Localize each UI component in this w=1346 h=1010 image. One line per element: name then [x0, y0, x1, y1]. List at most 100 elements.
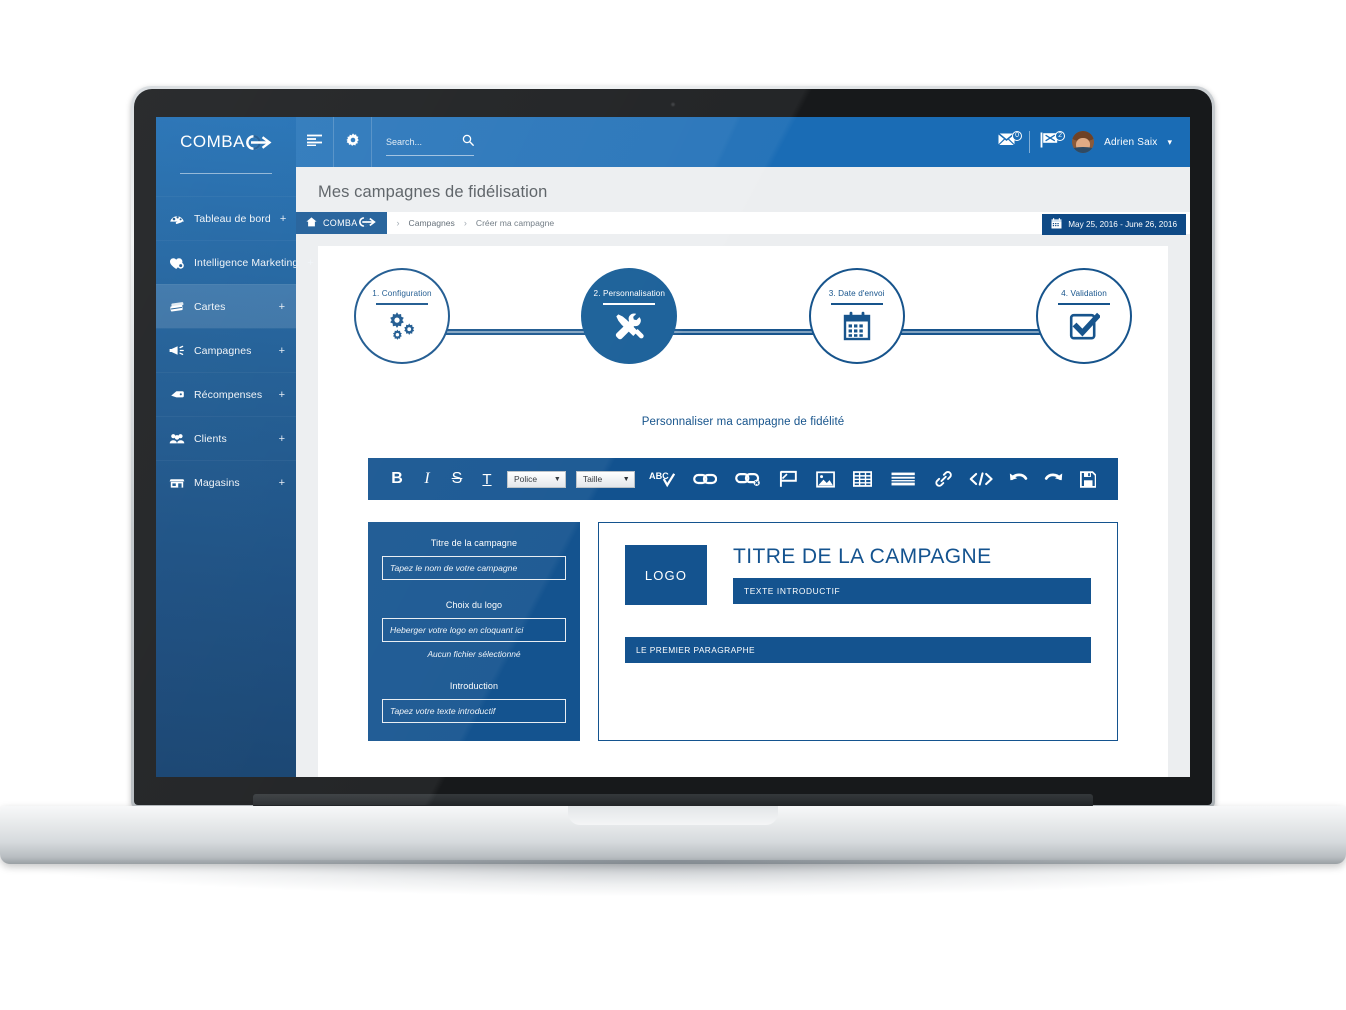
- messages-count-badge: 0: [1012, 131, 1023, 141]
- page-title: Mes campagnes de fidélisation: [318, 183, 548, 201]
- font-size-select[interactable]: Taille ▼: [575, 470, 635, 488]
- breadcrumb-item-creer-ma-campagne: Créer ma campagne: [475, 218, 555, 228]
- sidebar-item-clients[interactable]: Clients +: [156, 416, 296, 460]
- date-range-picker[interactable]: May 25, 2016 - June 26, 2016: [1042, 214, 1186, 235]
- sidebar-item-campagnes[interactable]: Campagnes +: [156, 328, 296, 372]
- expand-icon[interactable]: +: [280, 213, 286, 225]
- strikethrough-button[interactable]: S: [442, 458, 472, 500]
- breadcrumb-item-campagnes[interactable]: Campagnes: [409, 218, 455, 228]
- undo-button[interactable]: [1001, 458, 1036, 500]
- application-window: COMBA Tableau de bord + Intelligence Mar…: [156, 117, 1190, 777]
- search-field[interactable]: Search...: [372, 117, 488, 167]
- chain-link-button[interactable]: [926, 458, 961, 500]
- home-icon: [306, 217, 317, 229]
- chevron-down-icon[interactable]: ▾: [1167, 137, 1172, 148]
- sidebar-item-cartes[interactable]: Cartes +: [156, 284, 296, 328]
- search-input[interactable]: Search...: [386, 137, 456, 147]
- calendar-icon: [1051, 218, 1062, 231]
- field-label-introduction: Introduction: [449, 681, 499, 691]
- font-family-select[interactable]: Police ▼: [507, 470, 566, 488]
- anchor-flag-button[interactable]: [770, 458, 807, 500]
- sidebar-item-label: Clients: [194, 432, 227, 445]
- comeback-arrow-icon: [246, 134, 272, 150]
- sidebar-item-tableau-de-bord[interactable]: Tableau de bord +: [156, 196, 296, 240]
- image-button[interactable]: [807, 458, 844, 500]
- expand-icon[interactable]: +: [307, 257, 313, 269]
- expand-icon[interactable]: +: [279, 433, 285, 445]
- table-button[interactable]: [844, 458, 881, 500]
- spellcheck-button[interactable]: ABC: [640, 458, 684, 500]
- main-region: Search... 0 2 Adrien Saix ▾ Mes campagne…: [296, 117, 1190, 777]
- preview-title[interactable]: TITRE DE LA CAMPAGNE: [733, 545, 1091, 569]
- user-name-label[interactable]: Adrien Saix: [1104, 137, 1157, 148]
- chevron-down-icon: ▼: [622, 475, 630, 483]
- store-icon: [169, 476, 185, 489]
- screen-content: COMBA Tableau de bord + Intelligence Mar…: [156, 117, 1190, 777]
- section-title: Personnaliser ma campagne de fidélité: [641, 416, 845, 428]
- stepper-steps: 1. Configuration 2. Personnalisation 3. …: [354, 268, 1132, 364]
- topbar-actions: 0 2 Adrien Saix ▾: [998, 117, 1190, 167]
- preview-logo-placeholder[interactable]: LOGO: [625, 545, 707, 605]
- breadcrumb-home-label: COMBA: [323, 218, 358, 228]
- step-validation[interactable]: 4. Validation: [1035, 268, 1132, 364]
- sidebar-logo[interactable]: COMBA: [156, 117, 296, 167]
- form-spacer: [382, 580, 566, 596]
- content-card: 1. Configuration 2. Personnalisation 3. …: [318, 246, 1168, 777]
- step-rule: [376, 303, 428, 305]
- page-body: Mes campagnes de fidélisation COMBA › Ca…: [296, 167, 1190, 777]
- breadcrumb-separator: ›: [396, 218, 400, 228]
- messages-button[interactable]: 0: [998, 131, 1023, 152]
- campaign-title-input[interactable]: Tapez le nom de votre campagne: [382, 556, 566, 580]
- step-label: 1. Configuration: [372, 289, 432, 298]
- laptop-lid: COMBA Tableau de bord + Intelligence Mar…: [131, 86, 1215, 808]
- align-button[interactable]: [881, 458, 925, 500]
- step-configuration[interactable]: 1. Configuration: [354, 268, 450, 364]
- italic-button[interactable]: I: [412, 458, 442, 500]
- source-code-button[interactable]: [961, 458, 1001, 500]
- save-button[interactable]: [1072, 458, 1104, 500]
- logo-upload-input[interactable]: Heberger votre logo en cloquant ici: [382, 618, 566, 642]
- bold-button[interactable]: B: [382, 458, 412, 500]
- laptop-notch: [568, 806, 778, 825]
- laptop-bezel: COMBA Tableau de bord + Intelligence Mar…: [134, 89, 1212, 805]
- expand-icon[interactable]: +: [279, 389, 285, 401]
- breadcrumb: COMBA › Campagnes › Créer ma campagne Ma…: [296, 212, 1190, 235]
- menu-toggle-button[interactable]: [296, 117, 334, 167]
- sidebar-item-magasins[interactable]: Magasins +: [156, 460, 296, 504]
- laptop-base: [0, 806, 1346, 864]
- step-date-envoi[interactable]: 3. Date d'envoi: [808, 268, 905, 364]
- expand-icon[interactable]: +: [279, 345, 285, 357]
- settings-button[interactable]: [334, 117, 372, 167]
- gears-icon: [385, 311, 419, 341]
- sidebar-item-label: Cartes: [194, 300, 226, 313]
- introduction-input[interactable]: Tapez votre texte introductif: [382, 699, 566, 723]
- font-size-value: Taille: [582, 474, 603, 484]
- list-menu-icon: [307, 133, 322, 151]
- step-label: 4. Validation: [1061, 289, 1107, 298]
- webcam-icon: [670, 102, 676, 107]
- expand-icon[interactable]: +: [279, 301, 285, 313]
- underline-button[interactable]: T: [472, 458, 502, 500]
- campaign-stepper: 1. Configuration 2. Personnalisation 3. …: [318, 246, 1168, 378]
- breadcrumb-home[interactable]: COMBA: [296, 212, 387, 234]
- link-button[interactable]: [684, 458, 726, 500]
- sidebar-item-intelligence-marketing[interactable]: Intelligence Marketing +: [156, 240, 314, 284]
- notifications-button[interactable]: 2: [1040, 130, 1066, 153]
- user-avatar[interactable]: [1072, 131, 1095, 153]
- breadcrumb-separator: ›: [463, 218, 467, 228]
- sidebar-item-recompenses[interactable]: Récompenses +: [156, 372, 296, 416]
- screenshot-stage: COMBA Tableau de bord + Intelligence Mar…: [0, 0, 1346, 1010]
- calendar-icon: [841, 311, 873, 342]
- preview-title-column: TITRE DE LA CAMPAGNE TEXTE INTRODUCTIF: [733, 545, 1091, 604]
- campaign-form: Titre de la campagne Tapez le nom de vot…: [368, 522, 580, 741]
- expand-icon[interactable]: +: [279, 477, 285, 489]
- sidebar-item-label: Magasins: [194, 476, 240, 489]
- editor-toolbar: B I S T Police ▼ Taille ▼ ABC: [368, 458, 1118, 500]
- campaign-preview: LOGO TITRE DE LA CAMPAGNE TEXTE INTRODUC…: [598, 522, 1118, 741]
- preview-first-paragraph[interactable]: LE PREMIER PARAGRAPHE: [625, 637, 1091, 663]
- preview-subtitle[interactable]: TEXTE INTRODUCTIF: [733, 578, 1091, 604]
- search-icon[interactable]: [462, 133, 474, 151]
- redo-button[interactable]: [1036, 458, 1071, 500]
- unlink-button[interactable]: [726, 458, 770, 500]
- step-personnalisation[interactable]: 2. Personnalisation: [581, 268, 678, 364]
